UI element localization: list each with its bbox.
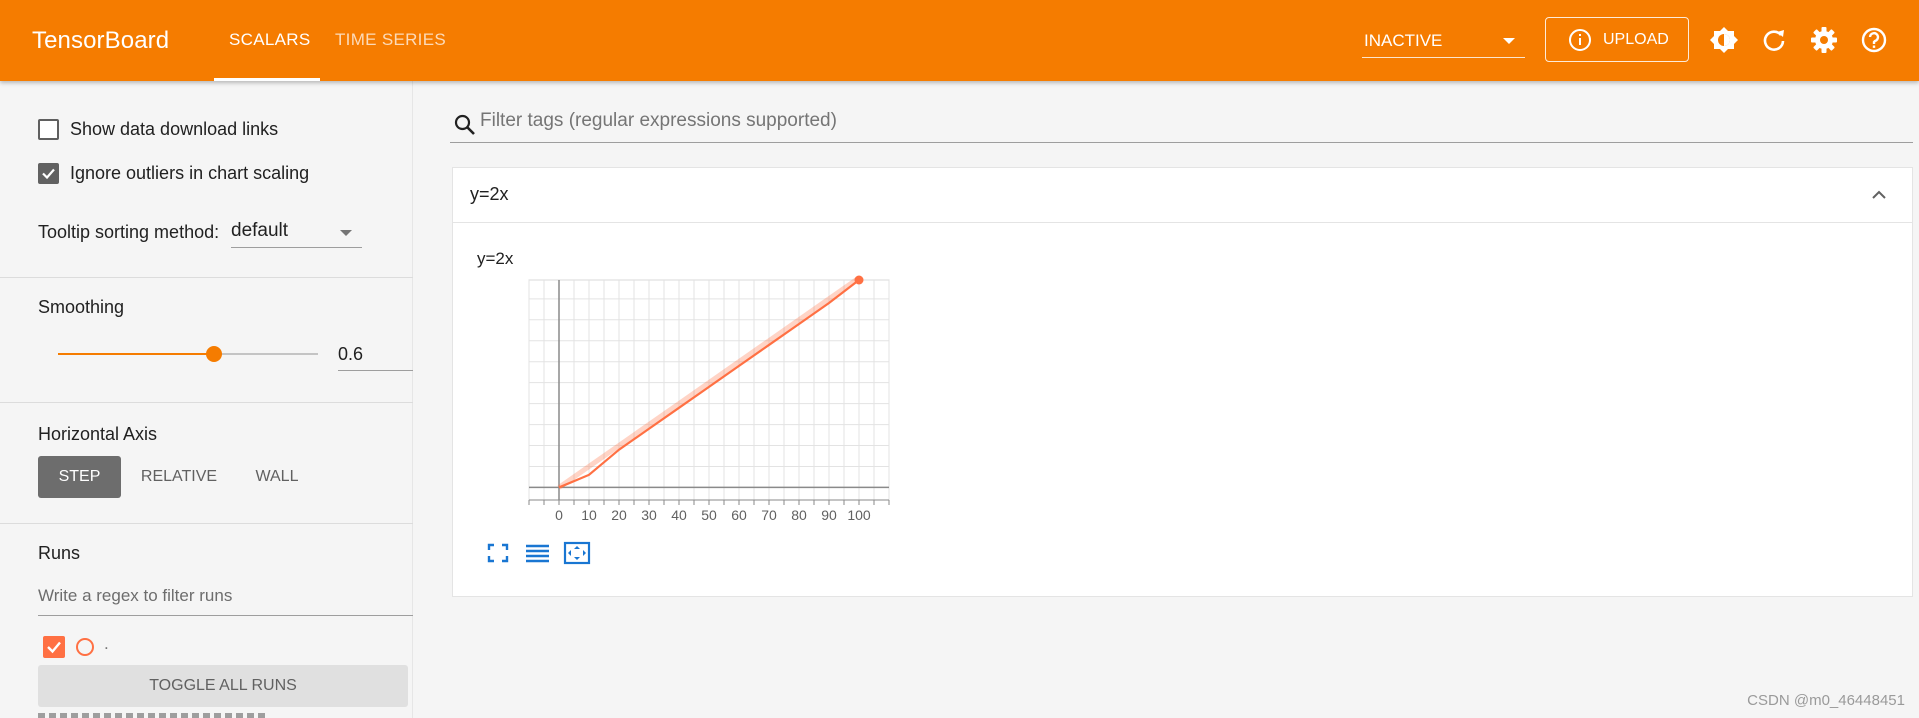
- series-last-point: [854, 275, 864, 285]
- axis-option-step[interactable]: STEP: [38, 456, 121, 498]
- smoothing-title: Smoothing: [38, 297, 125, 317]
- show-download-links-label: Show data download links: [70, 119, 279, 139]
- watermark-text: CSDN @m0_46448451: [1747, 692, 1905, 709]
- tag-group-header[interactable]: y=2x: [453, 168, 1912, 223]
- chevron-down-icon: [1503, 38, 1515, 44]
- scalar-chart[interactable]: 010203040506070809010004080120160: [520, 275, 900, 535]
- search-icon: [453, 113, 477, 142]
- active-tab-indicator: [214, 78, 320, 81]
- horizontal-axis-title: Horizontal Axis: [38, 424, 158, 444]
- tag-filter-input[interactable]: Filter tags (regular expressions support…: [450, 105, 1913, 143]
- upload-label: UPLOAD: [1603, 31, 1669, 48]
- app-title: TensorBoard: [32, 27, 170, 54]
- run-name: .: [104, 634, 109, 653]
- chevron-down-icon: [340, 230, 352, 236]
- x-tick-label: 70: [761, 507, 777, 523]
- refresh-icon[interactable]: [1759, 25, 1789, 55]
- tag-filter-placeholder: Filter tags (regular expressions support…: [480, 110, 837, 131]
- check-icon: [42, 168, 55, 180]
- top-app-bar: TensorBoard SCALARS TIME SERIES INACTIVE…: [0, 0, 1919, 81]
- ignore-outliers-checkbox[interactable]: [38, 163, 59, 184]
- help-icon[interactable]: [1859, 25, 1889, 55]
- ignore-outliers-label: Ignore outliers in chart scaling: [70, 163, 310, 183]
- smoothing-slider-handle[interactable]: [206, 346, 222, 362]
- runs-filter-input[interactable]: Write a regex to filter runs: [38, 582, 413, 616]
- toggle-all-runs-button[interactable]: TOGGLE ALL RUNS: [38, 665, 408, 707]
- x-tick-label: 0: [555, 507, 563, 523]
- x-tick-label: 60: [731, 507, 747, 523]
- tooltip-sorting-select[interactable]: default: [231, 217, 362, 248]
- upload-button[interactable]: UPLOAD: [1545, 17, 1689, 62]
- log-scale-icon[interactable]: [522, 540, 552, 566]
- run-color-icon[interactable]: [76, 638, 94, 656]
- x-tick-label: 50: [701, 507, 717, 523]
- runs-title: Runs: [38, 543, 81, 563]
- settings-icon[interactable]: [1809, 25, 1839, 55]
- show-download-links-checkbox[interactable]: [38, 119, 59, 140]
- run-status-value: INACTIVE: [1364, 31, 1443, 50]
- x-tick-label: 80: [791, 507, 807, 523]
- smoothing-slider-fill: [58, 353, 214, 355]
- check-icon: [47, 641, 61, 654]
- axis-option-wall[interactable]: WALL: [240, 456, 314, 498]
- run-status-select[interactable]: INACTIVE: [1362, 24, 1525, 58]
- x-tick-label: 40: [671, 507, 687, 523]
- info-icon: [1568, 28, 1592, 57]
- section-divider: [0, 277, 413, 278]
- log-directory-text: [38, 713, 408, 718]
- chart-title: y=2x: [477, 249, 514, 268]
- chevron-up-icon[interactable]: [1870, 186, 1888, 209]
- x-tick-label: 90: [821, 507, 837, 523]
- x-tick-label: 30: [641, 507, 657, 523]
- fit-domain-icon[interactable]: [562, 540, 592, 566]
- fullscreen-icon[interactable]: [483, 540, 513, 566]
- smoothing-slider[interactable]: [58, 346, 318, 362]
- tab-time-series[interactable]: TIME SERIES: [335, 30, 446, 50]
- axis-option-relative[interactable]: RELATIVE: [132, 456, 226, 498]
- tab-scalars[interactable]: SCALARS: [229, 30, 310, 50]
- tooltip-sorting-label: Tooltip sorting method:: [38, 222, 220, 242]
- x-tick-label: 20: [611, 507, 627, 523]
- brightness-icon[interactable]: [1709, 25, 1739, 55]
- tag-group-title: y=2x: [470, 184, 509, 204]
- x-tick-label: 10: [581, 507, 597, 523]
- section-divider: [0, 523, 413, 524]
- smoothing-value-input[interactable]: 0.6: [338, 338, 413, 371]
- section-divider: [0, 402, 413, 403]
- tooltip-sorting-value: default: [231, 220, 289, 241]
- run-checkbox[interactable]: [43, 636, 65, 658]
- x-tick-label: 100: [847, 507, 871, 523]
